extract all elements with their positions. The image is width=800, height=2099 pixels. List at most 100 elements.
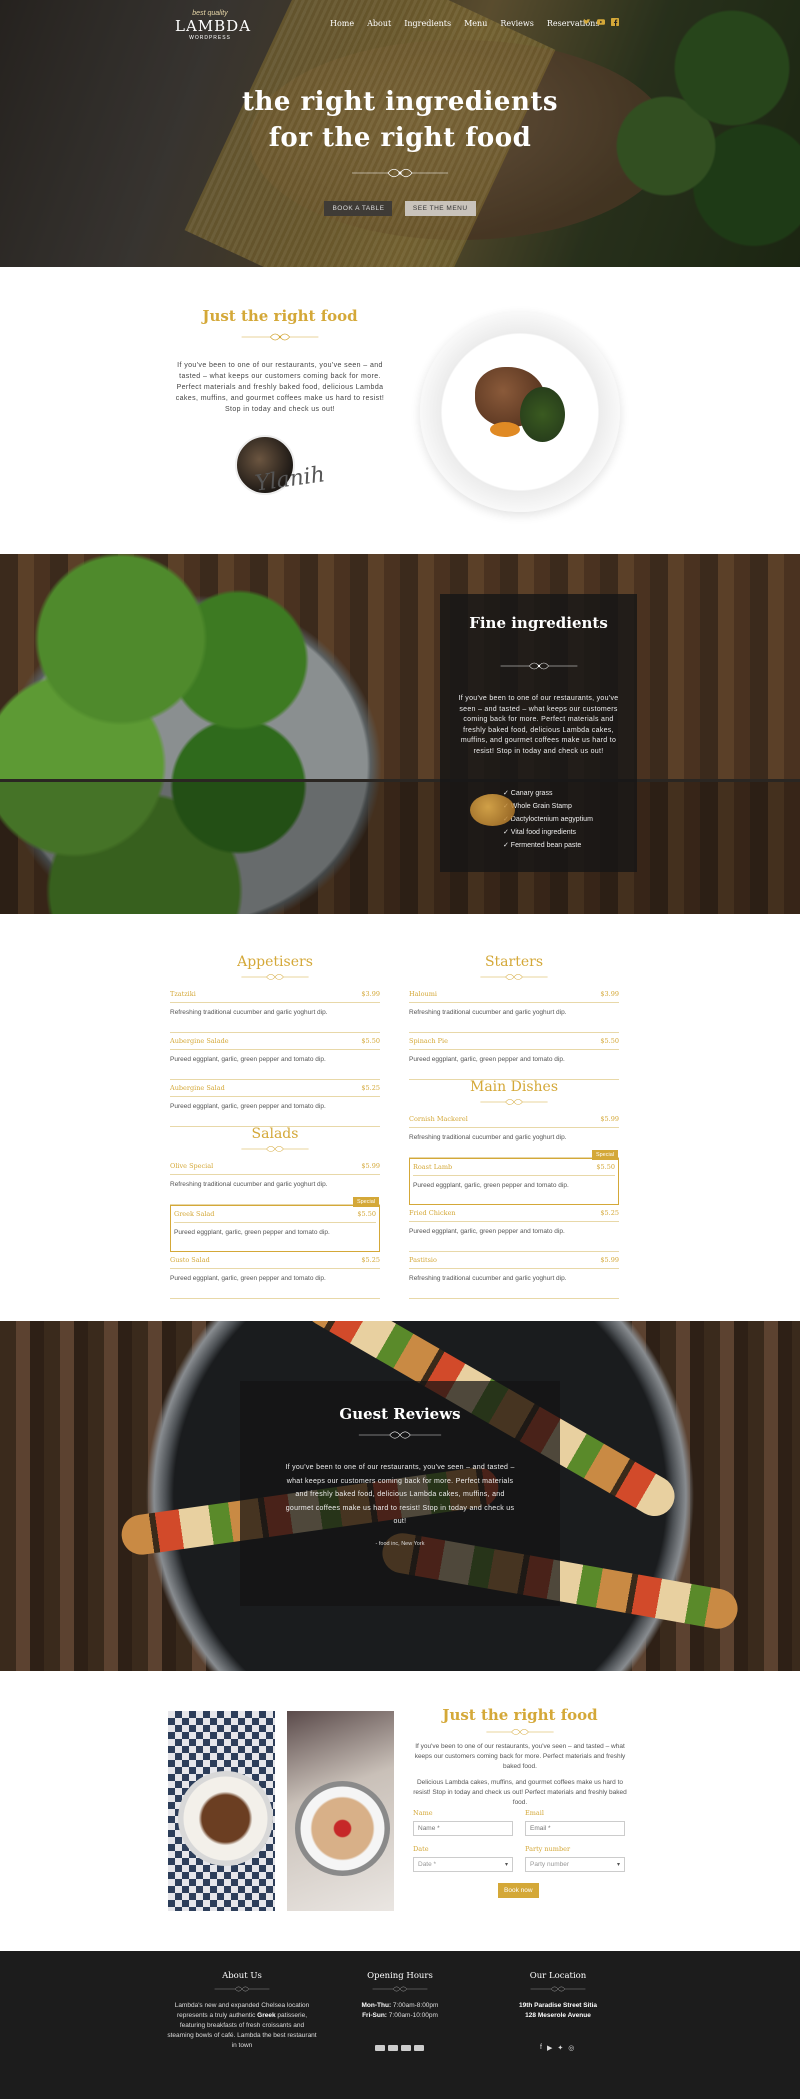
- paypal-icon: [414, 2045, 424, 2051]
- special-badge: Special: [352, 1197, 379, 1207]
- starters-column: Starters Haloumi $3.99 Refreshing traditio…: [409, 954, 619, 1080]
- footer-hours-title: Opening Hours: [367, 1971, 433, 1981]
- menu-item: Spinach Pie $5.50 Pureed eggplant, garlic,…: [409, 1033, 619, 1080]
- salads-column: Salads Olive Special $5.99 Refreshing trad…: [170, 1126, 380, 1299]
- fine-ingredients-section: Fine ingredients If you've been to one o…: [0, 554, 800, 914]
- ornament-divider-icon: [358, 1431, 442, 1439]
- twitter-icon[interactable]: [583, 18, 591, 26]
- name-input[interactable]: [413, 1821, 513, 1836]
- nav-reviews[interactable]: Reviews: [500, 19, 534, 28]
- ornament-divider-icon: [352, 168, 448, 178]
- facebook-icon[interactable]: [611, 18, 619, 26]
- menu-item: Olive Special $5.99 Refreshing traditional…: [170, 1158, 380, 1205]
- date-select[interactable]: Date *: [413, 1857, 513, 1872]
- amex-card-icon: [401, 2045, 411, 2051]
- footer-location: Our Location 19th Paradise Street Sitia …: [483, 1971, 633, 2021]
- ornament-divider-icon: [241, 974, 309, 980]
- youtube-icon[interactable]: [597, 18, 605, 26]
- book-table-button[interactable]: BOOK A TABLE: [324, 201, 393, 216]
- list-item: ✓ Dactyloctenium aegyptium: [503, 816, 593, 823]
- menu-item: Pastitsio $5.99 Refreshing traditional cuc…: [409, 1252, 619, 1299]
- menu-item: Fried Chicken $5.25 Pureed eggplant, garli…: [409, 1205, 619, 1252]
- ornament-divider-icon: [500, 662, 577, 670]
- hero-section: best quality LAMBDA WORDPRESS Home About…: [0, 0, 800, 267]
- dish-photo-2: [287, 1711, 394, 1911]
- ornament-divider-icon: [480, 1099, 548, 1105]
- party-label: Party number: [525, 1845, 571, 1853]
- footer-social: f ▶ ✦ ◎: [540, 2044, 574, 2052]
- footer-about: About Us Lambda's new and expanded Chels…: [167, 1971, 317, 2049]
- ornament-divider-icon: [241, 1146, 309, 1152]
- nav-about[interactable]: About: [367, 19, 391, 28]
- header-social: [583, 18, 619, 26]
- date-label: Date: [413, 1845, 429, 1853]
- dish-photo-1: [168, 1711, 275, 1911]
- nav-home[interactable]: Home: [330, 19, 354, 28]
- see-menu-button[interactable]: SEE THE MENU: [404, 201, 476, 216]
- list-item: ✓ Vital food ingredients: [503, 829, 577, 836]
- menu-item: Cornish Mackerel $5.99 Refreshing traditio…: [409, 1111, 619, 1158]
- menu-item-special: Special Greek Salad $5.50 Pureed eggplant, …: [170, 1197, 380, 1252]
- mastercard-icon: [388, 2045, 398, 2051]
- ornament-divider-icon: [486, 1729, 554, 1735]
- reservation-title: Just the right food: [442, 1706, 598, 1724]
- starters-title: Starters: [484, 954, 544, 970]
- ornament-divider-icon: [530, 1986, 586, 1992]
- reviews-title: Guest Reviews: [339, 1405, 461, 1423]
- nav-menu[interactable]: Menu: [464, 19, 487, 28]
- fine-text: If you've been to one of our restaurants…: [458, 695, 619, 755]
- menu-item: Aubergine Salad $5.25 Pureed eggplant, gar…: [170, 1080, 380, 1127]
- nav-ingredients[interactable]: Ingredients: [404, 19, 451, 28]
- main-dishes-title: Main Dishes: [470, 1079, 558, 1095]
- review-text: If you've been to one of our restaurants…: [285, 1464, 515, 1525]
- fine-title: Fine ingredients: [469, 614, 608, 632]
- email-input[interactable]: [525, 1821, 625, 1836]
- menu-section: Appetisers Tzatziki $3.99 Refreshing tradi…: [0, 914, 800, 1321]
- reviews-section: Guest Reviews If you've been to one of o…: [0, 1321, 800, 1671]
- email-label: Email: [525, 1809, 544, 1817]
- list-item: ✓ Canary grass: [503, 790, 553, 797]
- site-footer: About Us Lambda's new and expanded Chels…: [0, 1951, 800, 2099]
- list-item: ✓ Whole Grain Stamp: [503, 803, 572, 810]
- menu-item: Gusto Salad $5.25 Pureed eggplant, garlic,…: [170, 1252, 380, 1299]
- ingredient-list: ✓ Canary grass ✓ Whole Grain Stamp ✓ Dac…: [503, 787, 637, 852]
- appetisers-title: Appetisers: [237, 954, 313, 970]
- facebook-icon[interactable]: f: [540, 2044, 542, 2052]
- top-navigation: best quality LAMBDA WORDPRESS Home About…: [0, 0, 800, 50]
- party-number-select[interactable]: Party number: [525, 1857, 625, 1872]
- visa-card-icon: [375, 2045, 385, 2051]
- fine-ingredients-box: Fine ingredients If you've been to one o…: [440, 594, 637, 872]
- about-title: Just the right food: [202, 307, 358, 325]
- twitter-icon[interactable]: ✦: [557, 2044, 563, 2052]
- ornament-divider-icon: [480, 974, 548, 980]
- site-logo[interactable]: best quality LAMBDA WORDPRESS: [175, 9, 250, 42]
- steak-plate-image: [420, 312, 620, 512]
- footer-about-title: About Us: [222, 1971, 262, 1981]
- about-section: Just the right food If you've been to on…: [0, 267, 800, 554]
- reviews-box: Guest Reviews If you've been to one of o…: [240, 1381, 560, 1606]
- list-item: ✓ Fermented bean paste: [503, 842, 582, 849]
- hero-title: the right ingredients for the right food: [241, 87, 559, 153]
- review-author: - food inc, New York: [375, 1540, 425, 1547]
- menu-item: Haloumi $3.99 Refreshing traditional cucum…: [409, 986, 619, 1033]
- appetisers-column: Appetisers Tzatziki $3.99 Refreshing tradi…: [170, 954, 380, 1127]
- menu-item: Tzatziki $3.99 Refreshing traditional cucu…: [170, 986, 380, 1033]
- ornament-divider-icon: [241, 333, 319, 341]
- menu-item: Aubergine Salade $5.50 Pureed eggplant, ga…: [170, 1033, 380, 1080]
- main-dishes-column: Main Dishes Cornish Mackerel $5.99 Refresh…: [409, 1079, 619, 1299]
- instagram-icon[interactable]: ◎: [568, 2044, 574, 2052]
- menu-item-special: Special Roast Lamb $5.50 Pureed eggplant, g…: [409, 1150, 619, 1205]
- ornament-divider-icon: [214, 1986, 270, 1992]
- reservation-section: Just the right food If you've been to on…: [0, 1671, 800, 1951]
- youtube-icon[interactable]: ▶: [547, 2044, 552, 2052]
- bread-image: [470, 794, 515, 826]
- salads-title: Salads: [251, 1126, 299, 1142]
- reservation-text-2: Delicious Lambda cakes, muffins, and gou…: [413, 1779, 627, 1806]
- footer-hours: Opening Hours Mon-Thu: 7:00am-8:00pm Fri…: [325, 1971, 475, 2021]
- payment-icons: [375, 2045, 424, 2051]
- ornament-divider-icon: [372, 1986, 428, 1992]
- book-now-button[interactable]: Book now: [498, 1883, 539, 1898]
- special-badge: Special: [591, 1150, 618, 1160]
- name-label: Name: [413, 1809, 433, 1817]
- footer-location-title: Our Location: [529, 1971, 587, 1981]
